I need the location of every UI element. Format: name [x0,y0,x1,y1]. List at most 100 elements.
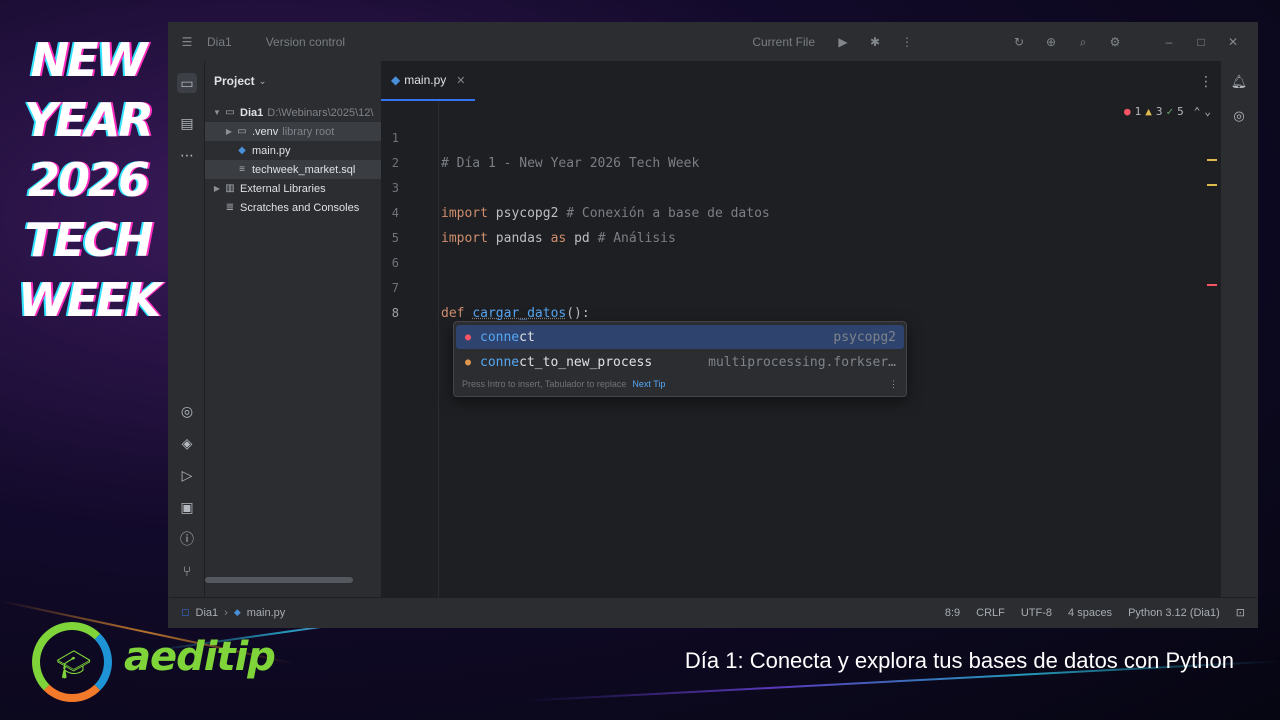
tree-item-hint: D:\Webinars\2025\12\ [267,106,374,119]
project-folder-icon[interactable]: ▭ [177,73,197,93]
title-bar: ☰ Dia1 Version control Current File ▶ ✱ … [169,23,1257,61]
tree-item-main-py[interactable]: ◆ main.py [205,141,381,160]
completion-match: conne [480,354,520,370]
run-icon[interactable]: ▶ [835,34,851,50]
python-interpreter[interactable]: Python 3.12 (Dia1) [1128,607,1220,619]
file-encoding[interactable]: UTF-8 [1021,607,1052,619]
python-file-icon: ◆ [391,73,401,87]
error-stripe-marker[interactable] [1207,284,1217,286]
debug-icon[interactable]: ✱ [867,34,883,50]
caret-position[interactable]: 8:9 [945,607,960,619]
chevron-right-icon[interactable]: ▶ [211,184,223,193]
tree-item-venv[interactable]: ▶ ▭ .venv library root [205,122,381,141]
python-console-icon[interactable]: ◈ [177,433,197,453]
tree-item-sql-file[interactable]: ≡ techweek_market.sql [205,160,381,179]
module-icon: ▢ [181,607,190,617]
tree-item-label: .venv [252,125,279,138]
event-title: NEW YEAR 2026 TECH WEEK [18,30,161,330]
problems-icon[interactable]: ⓘ [177,529,197,549]
tree-item-label: techweek_market.sql [252,163,356,176]
tree-item-scratches[interactable]: ≣ Scratches and Consoles [205,198,381,217]
project-panel-title: Project [214,74,255,88]
maximize-icon[interactable]: □ [1193,34,1209,50]
structure-icon[interactable]: ▤ [177,113,197,133]
function-icon: ● [464,356,472,368]
more-tools-icon[interactable]: ⋯ [177,145,197,165]
settings-icon[interactable]: ⚙ [1107,34,1123,50]
event-title-line: TECH [24,213,153,267]
line-number: 8 [391,306,399,320]
completion-source: psycopg2 [833,329,896,345]
chevron-right-icon: › [224,606,228,619]
tree-item-external-libraries[interactable]: ▶ ▥ External Libraries [205,179,381,198]
chevron-down-icon: ⌄ [258,75,267,86]
code-line: 4 import pandas as pd # Análisis [381,176,1221,246]
project-panel: Project ⌄ ▼ ▭ Dia1 D:\Webinars\2025\12\ … [205,61,381,597]
close-window-icon[interactable]: ✕ [1225,34,1241,50]
run-config-selector[interactable]: Current File [752,35,815,49]
completion-item[interactable]: ● connect psycopg2 [456,325,904,349]
tab-main-py[interactable]: ◆ main.py ✕ [381,61,476,101]
tree-item-hint: library root [282,125,335,138]
more-icon[interactable]: ⋮ [889,379,898,390]
code-function-name: cargar_datos [472,306,567,321]
sql-file-icon: ≡ [239,164,245,175]
services-icon[interactable]: ▷ [177,465,197,485]
lock-icon[interactable]: ⊡ [1236,606,1245,619]
add-user-icon[interactable]: ⊕ [1043,34,1059,50]
main-menu-icon[interactable]: ☰ [179,34,195,50]
aeditip-logo: 🎓︎ aeditip [30,620,276,704]
left-tool-strip: ▭ ▤ ⋯ ◎ ◈ ▷ ▣ ⓘ ⑂ [169,61,205,597]
terminal-icon[interactable]: ▣ [177,497,197,517]
function-icon: ● [464,331,472,343]
graduation-cap-icon: 🎓︎ [56,649,92,680]
logo-text: aeditip [124,634,276,680]
notifications-icon[interactable]: 🔔︎ [1230,73,1248,91]
completion-item[interactable]: ● connect_to_new_process multiprocessing… [456,350,904,374]
code-line-current: 8 conne [381,276,1221,347]
close-icon[interactable]: ✕ [456,74,465,87]
code-punctuation: (): [566,306,590,321]
status-bar: ▢ Dia1 › ◆ main.py 8:9 CRLF UTF-8 4 spac… [169,597,1257,627]
library-icon: ▥ [225,183,235,194]
completion-source: multiprocessing.forkser… [708,354,896,370]
breadcrumb-project[interactable]: Dia1 [196,607,219,619]
line-separator[interactable]: CRLF [976,607,1005,619]
python-packages-icon[interactable]: ◎ [177,401,197,421]
search-icon[interactable]: ⌕ [1075,34,1091,50]
next-tip-link[interactable]: Next Tip [632,379,665,389]
scratches-icon: ≣ [225,202,235,213]
code-line: 3 import psycopg2 # Conexión a base de d… [381,151,1221,221]
warning-stripe-marker[interactable] [1207,184,1217,186]
project-switcher[interactable]: Dia1 [207,35,232,49]
tree-item-label: Scratches and Consoles [240,201,360,214]
completion-match: conne [480,329,520,345]
video-subtitle: Día 1: Conecta y explora tus bases de da… [684,648,1234,673]
code-line: 7 def cargar_datos(): [381,251,1221,321]
warning-stripe-marker[interactable] [1207,159,1217,161]
horizontal-scrollbar[interactable] [205,577,353,583]
event-title-line: YEAR [24,93,154,147]
tree-item-label: main.py [252,144,291,157]
code-keyword: def [441,306,465,321]
more-icon[interactable]: ⋮ [1199,73,1213,90]
git-icon[interactable]: ⑂ [177,561,197,581]
project-panel-header[interactable]: Project ⌄ [205,61,381,101]
vcs-menu[interactable]: Version control [266,35,345,49]
sync-icon[interactable]: ↻ [1011,34,1027,50]
tab-label: main.py [404,73,447,87]
chevron-right-icon[interactable]: ▶ [223,127,235,136]
editor-tab-bar: ◆ main.py ✕ ⋮ [381,61,1221,101]
python-file-icon: ◆ [238,145,246,156]
tree-item-dia1[interactable]: ▼ ▭ Dia1 D:\Webinars\2025\12\ [205,103,381,122]
tree-item-label: External Libraries [240,182,326,195]
code-line: 1 # Día 1 - New Year 2026 Tech Week [381,101,1221,171]
more-actions-icon[interactable]: ⋮ [899,34,915,50]
minimize-icon[interactable]: – [1161,34,1177,50]
indent-setting[interactable]: 4 spaces [1068,607,1112,619]
event-title-line: 2026 [27,153,150,207]
breadcrumb-file[interactable]: main.py [247,607,286,619]
ai-assistant-icon[interactable]: ◎ [1230,107,1248,125]
chevron-down-icon[interactable]: ▼ [211,108,223,117]
completion-rest: ct_to_new_process [519,354,653,370]
